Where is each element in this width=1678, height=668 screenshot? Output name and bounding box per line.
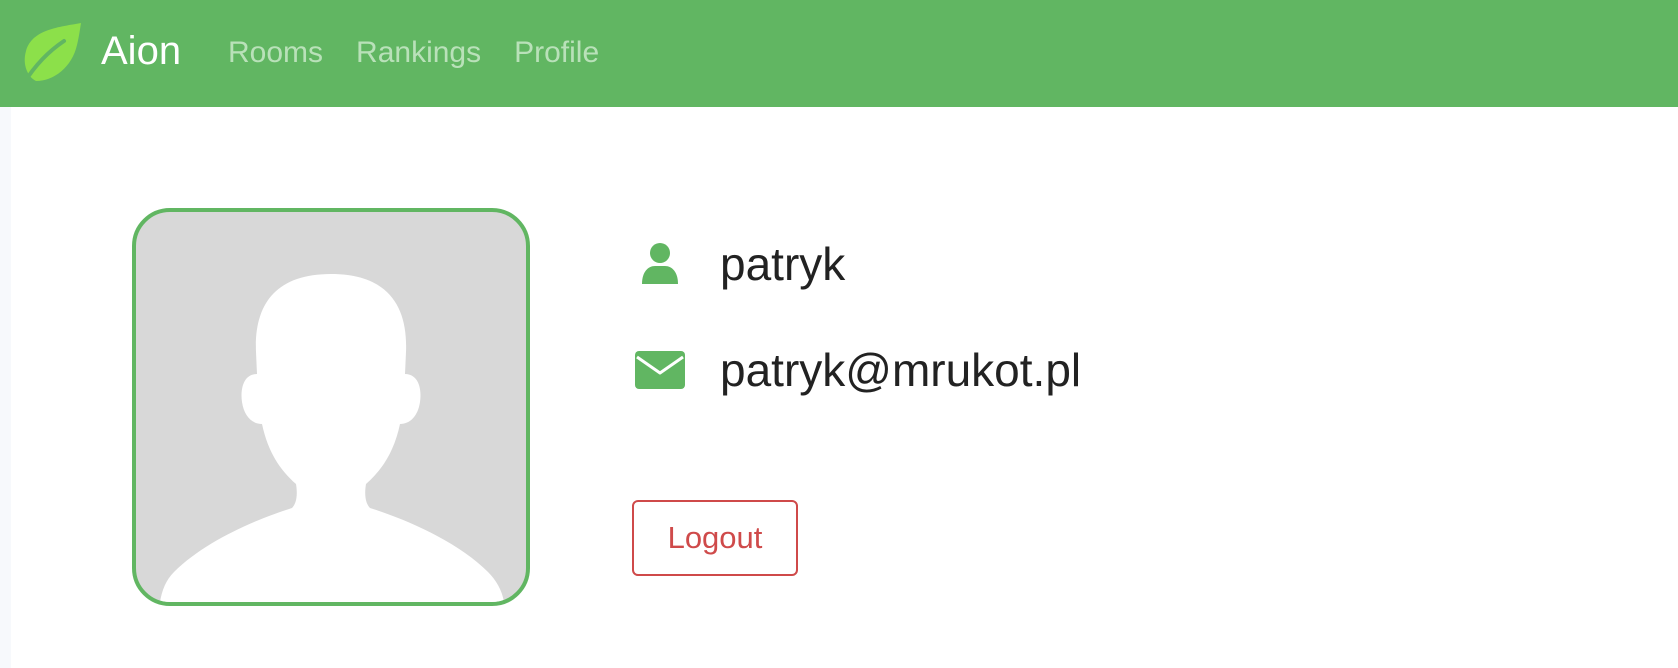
envelope-icon [634,344,686,396]
default-avatar-silhouette-icon [160,274,504,602]
top-navbar: Aion Rooms Rankings Profile [0,0,1678,107]
leaf-icon[interactable] [20,21,82,85]
username-text: patryk [720,238,846,290]
nav-link-profile[interactable]: Profile [514,33,599,73]
avatar [132,208,530,606]
email-text: patryk@mrukot.pl [720,344,1082,396]
brand-name[interactable]: Aion [101,27,181,75]
nav-link-rooms[interactable]: Rooms [228,33,323,73]
left-edge-strip [0,107,11,668]
logout-button[interactable]: Logout [632,500,798,576]
nav-link-rankings[interactable]: Rankings [356,33,481,73]
username-row: patryk [634,238,845,290]
email-row: patryk@mrukot.pl [634,344,1081,396]
user-icon [634,238,686,290]
main-nav: Rooms Rankings Profile [228,33,632,73]
